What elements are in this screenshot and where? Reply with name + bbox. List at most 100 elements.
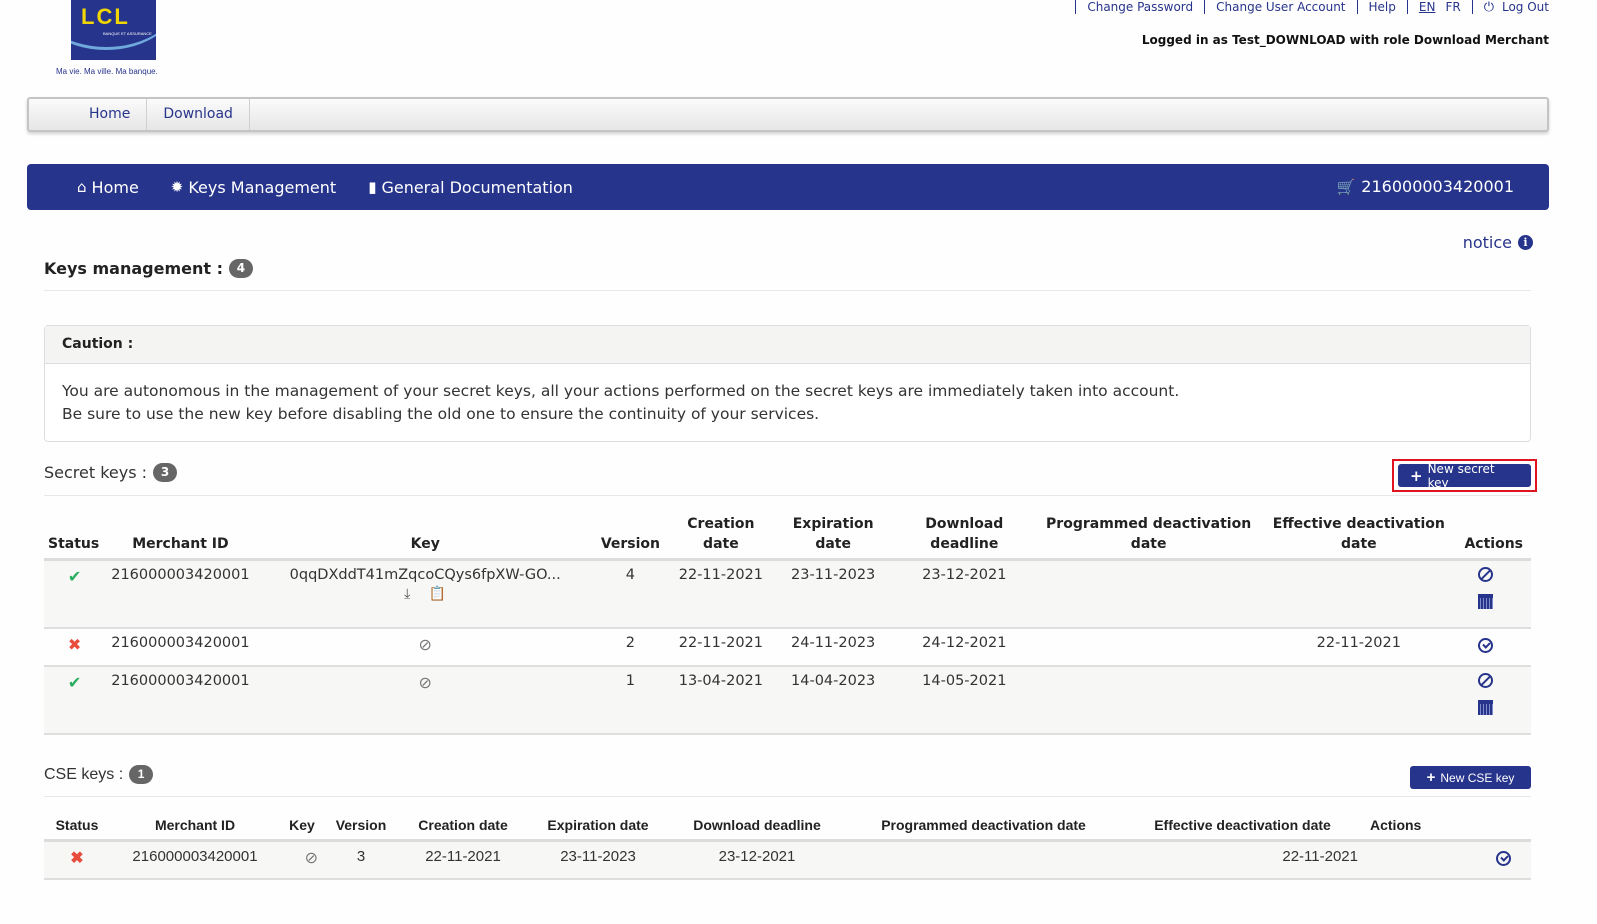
status-cell: ✔ (44, 560, 105, 628)
status-cell: ✖ (44, 841, 110, 879)
divider (44, 495, 1531, 496)
merchant-id: 216000003420001 (1361, 177, 1514, 196)
col-key[interactable]: Key (280, 815, 324, 841)
top-links: Change Password Change User Account Help… (1064, 0, 1549, 15)
calendar-icon[interactable] (1478, 594, 1493, 609)
merchant-selector[interactable]: 🛒 216000003420001 (1337, 177, 1514, 196)
calendar-icon[interactable] (1478, 699, 1493, 715)
notice-label: notice (1462, 233, 1512, 252)
download-deadline-cell: 23-12-2021 (922, 567, 1007, 583)
download-icon[interactable]: ⤓ (404, 586, 410, 602)
lang-fr-link[interactable]: FR (1445, 0, 1460, 14)
book-icon: ▮ (368, 178, 377, 196)
change-password-link[interactable]: Change Password (1087, 0, 1193, 14)
col-effective-deactivation[interactable]: Effective deactivation date (1259, 514, 1458, 560)
check-icon: ✔ (67, 567, 82, 586)
table-row: ✖ 216000003420001 ⊘ 3 22-11-2021 23-11-2… (44, 840, 1531, 879)
logo-mark: LCL BANQUE ET ASSURANCE (71, 0, 156, 60)
creation-date-cell: 22-11-2021 (425, 848, 501, 865)
page-title: Keys management : 4 (44, 259, 253, 278)
creation-date-cell: 22-11-2021 (678, 567, 764, 583)
caution-line-1: You are autonomous in the management of … (62, 382, 1180, 400)
col-creation-date[interactable]: Creation date (398, 815, 528, 841)
subnav-bar: Home Download (27, 97, 1549, 132)
nav-keys-management[interactable]: ✹ Keys Management (171, 178, 336, 197)
ban-icon: ⊘ (418, 672, 432, 692)
creation-date-cell: 22-11-2021 (678, 634, 764, 651)
col-key[interactable]: Key (256, 514, 595, 560)
caution-title: Caution : (45, 326, 1530, 364)
subnav-home[interactable]: Home (73, 99, 148, 130)
new-secret-key-button[interactable]: + New secret key (1398, 461, 1531, 490)
caution-panel: Caution : You are autonomous in the mana… (44, 325, 1531, 442)
col-merchant-id[interactable]: Merchant ID (110, 815, 280, 841)
col-status[interactable]: Status (44, 815, 110, 841)
cse-keys-count-badge: 1 (129, 765, 154, 784)
copy-icon[interactable]: 📋 (429, 586, 446, 602)
download-deadline-cell: 23-12-2021 (718, 848, 796, 865)
col-expiration-date[interactable]: Expiration date (776, 514, 891, 560)
logo-tagline: Ma vie. Ma ville. Ma banque. (56, 67, 158, 76)
cart-icon: 🛒 (1336, 177, 1356, 196)
logout-link[interactable]: ⏻ Log Out (1484, 0, 1549, 15)
logout-label: Log Out (1501, 0, 1549, 14)
nav-home-label: Home (91, 177, 139, 197)
cse-keys-table: Status Merchant ID Key Version Creation … (44, 815, 1531, 880)
change-user-account-link[interactable]: Change User Account (1216, 0, 1345, 14)
creation-date-cell: 13-04-2021 (678, 672, 764, 689)
power-icon: ⏻ (1483, 0, 1494, 15)
help-link[interactable]: Help (1369, 0, 1396, 14)
col-creation-date[interactable]: Creation date (666, 514, 776, 560)
col-effective-deactivation[interactable]: Effective deactivation date (1121, 815, 1364, 841)
caution-line-2: Be sure to use the new key before disabl… (62, 405, 820, 423)
key-cell: 0qqDXddT41mZqcoCQys6fpXW-GO... ⤓ 📋 (256, 560, 595, 628)
merchant-id-cell: 216000003420001 (111, 567, 250, 583)
actions-cell (1364, 841, 1531, 879)
col-expiration-date[interactable]: Expiration date (528, 815, 668, 841)
col-programmed-deactivation[interactable]: Programmed deactivation date (1038, 514, 1259, 560)
col-programmed-deactivation[interactable]: Programmed deactivation date (846, 815, 1121, 841)
col-download-deadline[interactable]: Download deadline (668, 815, 846, 841)
cse-keys-label: CSE keys : (44, 765, 124, 783)
nav-general-documentation[interactable]: ▮ General Documentation (368, 178, 573, 197)
reactivate-icon[interactable] (1478, 637, 1493, 653)
info-icon: i (1518, 235, 1533, 250)
reactivate-icon[interactable] (1496, 851, 1511, 866)
cross-icon: ✖ (70, 850, 84, 867)
caution-body: You are autonomous in the management of … (45, 364, 1530, 442)
effective-deactivation-cell (1259, 560, 1458, 628)
effective-deactivation-cell (1259, 666, 1458, 734)
col-version[interactable]: Version (595, 514, 666, 560)
status-cell: ✖ (44, 628, 105, 666)
lang-en-link[interactable]: EN (1419, 0, 1436, 14)
keys-count-badge: 4 (228, 259, 253, 278)
nav-home[interactable]: ⌂ Home (77, 178, 139, 197)
secret-keys-table: Status Merchant ID Key Version Creation d… (44, 514, 1531, 735)
col-merchant-id[interactable]: Merchant ID (105, 514, 255, 560)
programmed-deactivation-cell (1038, 560, 1259, 628)
key-cell: ⊘ (256, 628, 595, 666)
new-cse-key-button[interactable]: + New CSE key (1410, 766, 1531, 789)
divider (1356, 0, 1358, 14)
table-header: Status Merchant ID Key Version Creation d… (44, 514, 1531, 560)
notice-link[interactable]: notice i (1463, 233, 1533, 252)
col-version[interactable]: Version (324, 815, 398, 841)
key-cell: ⊘ (280, 841, 324, 879)
deactivate-icon[interactable] (1478, 567, 1493, 582)
ban-icon: ⊘ (304, 850, 318, 867)
merchant-id-cell: 216000003420001 (132, 848, 258, 865)
nav-general-documentation-label: General Documentation (381, 177, 573, 197)
logo-subtitle: BANQUE ET ASSURANCE (103, 31, 152, 36)
table-row: ✖ 216000003420001 ⊘ 2 22-11-2021 24-11-2… (44, 627, 1531, 666)
subnav-download[interactable]: Download (147, 99, 250, 130)
deactivate-icon[interactable] (1478, 672, 1493, 688)
logo-letters: LCL (81, 4, 130, 29)
divider (1471, 0, 1473, 14)
col-status[interactable]: Status (44, 514, 105, 560)
col-download-deadline[interactable]: Download deadline (891, 514, 1039, 560)
new-secret-key-label: New secret key (1427, 461, 1495, 490)
status-cell: ✔ (44, 666, 105, 734)
merchant-id-cell: 216000003420001 (111, 672, 250, 689)
key-value[interactable]: 0qqDXddT41mZqcoCQys6fpXW-GO... (262, 567, 589, 583)
divider (1204, 0, 1206, 14)
